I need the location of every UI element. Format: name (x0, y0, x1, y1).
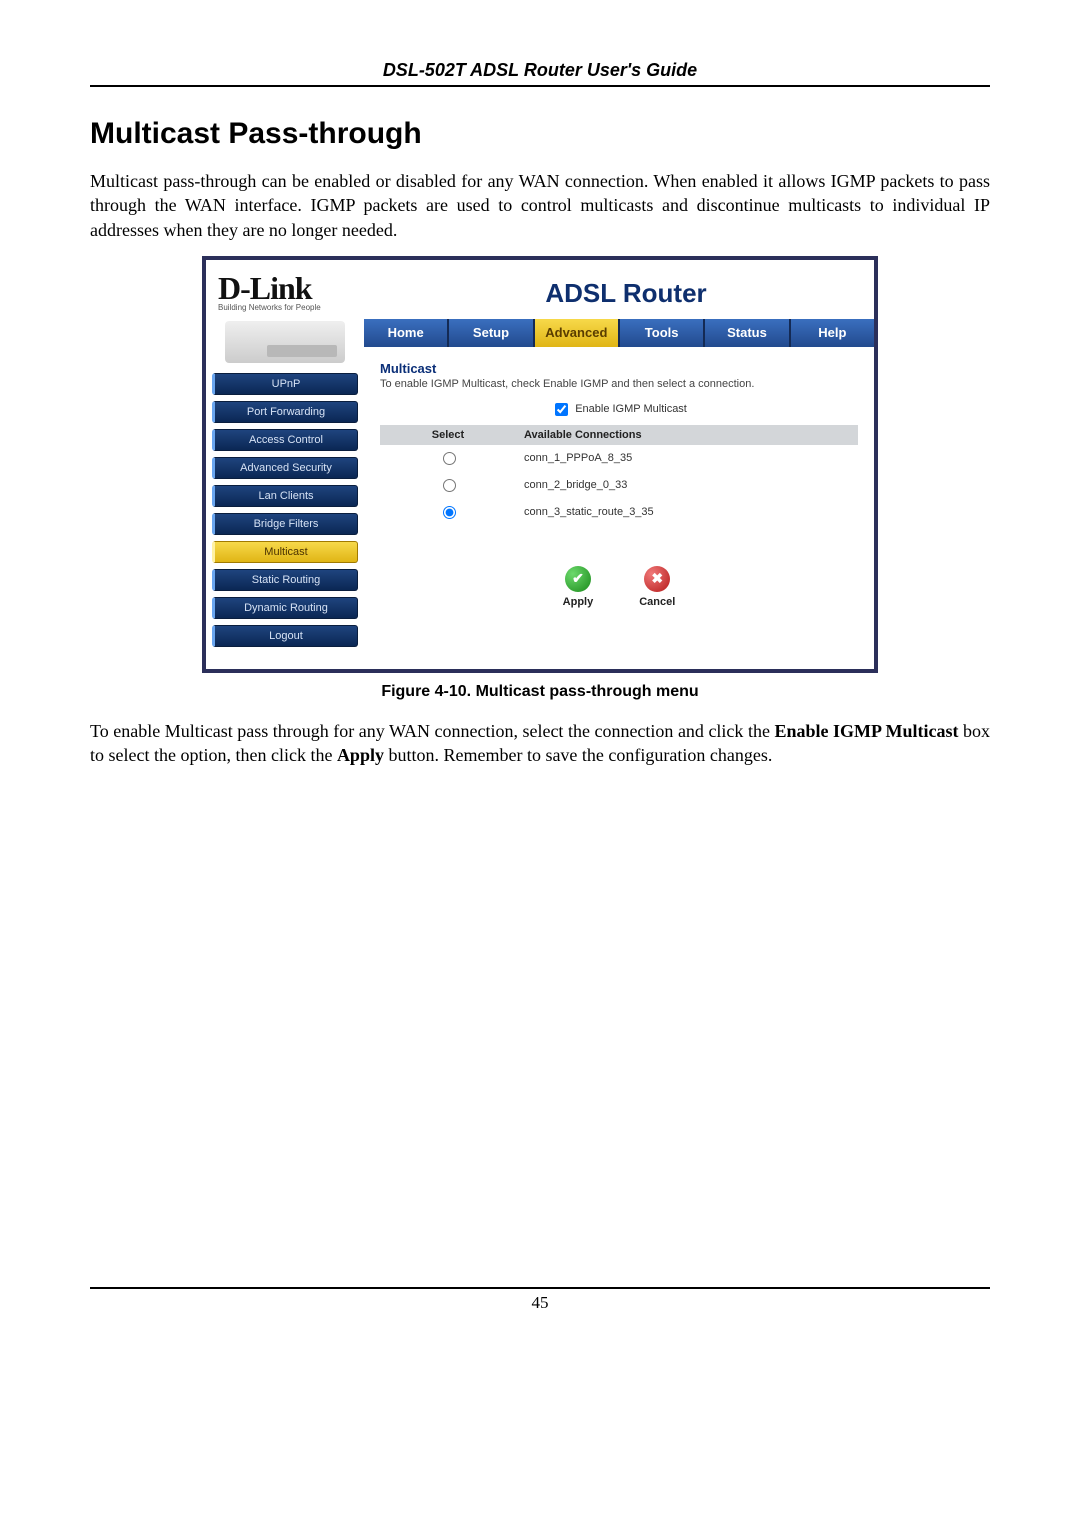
tab-home[interactable]: Home (364, 319, 449, 347)
conn-name-2: conn_3_static_route_3_35 (516, 499, 858, 526)
cancel-button[interactable]: ✖ Cancel (639, 566, 675, 608)
sidebar: UPnP Port Forwarding Access Control Adva… (206, 319, 364, 669)
select-radio-2[interactable] (443, 506, 456, 519)
page-number: 45 (532, 1293, 549, 1312)
col-select: Select (380, 425, 516, 445)
cancel-label: Cancel (639, 596, 675, 608)
enable-igmp-label[interactable]: Enable IGMP Multicast (551, 403, 687, 415)
apply-button[interactable]: ✔ Apply (563, 566, 594, 608)
connections-table: Select Available Connections conn_1_PPPo… (380, 425, 858, 526)
sidebar-item-lan-clients[interactable]: Lan Clients (212, 485, 358, 507)
intro-paragraph: Multicast pass-through can be enabled or… (90, 169, 990, 242)
brand-tagline: Building Networks for People (218, 303, 378, 312)
select-radio-0[interactable] (443, 452, 456, 465)
tab-help[interactable]: Help (791, 319, 874, 347)
sidebar-item-static-routing[interactable]: Static Routing (212, 569, 358, 591)
tab-advanced[interactable]: Advanced (535, 319, 620, 347)
select-radio-1[interactable] (443, 479, 456, 492)
sidebar-item-dynamic-routing[interactable]: Dynamic Routing (212, 597, 358, 619)
panel-subtext: To enable IGMP Multicast, check Enable I… (380, 378, 858, 390)
sidebar-item-access-control[interactable]: Access Control (212, 429, 358, 451)
table-row: conn_2_bridge_0_33 (380, 472, 858, 499)
sidebar-item-multicast[interactable]: Multicast (212, 541, 358, 563)
tab-tools[interactable]: Tools (620, 319, 705, 347)
instruction-paragraph: To enable Multicast pass through for any… (90, 719, 990, 768)
sidebar-item-advanced-security[interactable]: Advanced Security (212, 457, 358, 479)
sidebar-item-bridge-filters[interactable]: Bridge Filters (212, 513, 358, 535)
sidebar-item-upnp[interactable]: UPnP (212, 373, 358, 395)
page-header: DSL-502T ADSL Router User's Guide (90, 60, 990, 87)
sidebar-item-logout[interactable]: Logout (212, 625, 358, 647)
conn-name-0: conn_1_PPPoA_8_35 (516, 445, 858, 472)
brand-logo: D-Link (218, 270, 378, 307)
cancel-icon: ✖ (644, 566, 670, 592)
conn-name-1: conn_2_bridge_0_33 (516, 472, 858, 499)
table-row: conn_1_PPPoA_8_35 (380, 445, 858, 472)
check-icon: ✔ (565, 566, 591, 592)
section-title: Multicast Pass-through (90, 117, 990, 151)
sidebar-item-port-forwarding[interactable]: Port Forwarding (212, 401, 358, 423)
enable-igmp-checkbox[interactable] (555, 403, 568, 416)
tab-status[interactable]: Status (705, 319, 790, 347)
tab-setup[interactable]: Setup (449, 319, 534, 347)
figure-caption: Figure 4-10. Multicast pass-through menu (90, 683, 990, 701)
panel-heading: Multicast (380, 361, 858, 376)
router-screenshot: D-Link Building Networks for People ADSL… (202, 256, 878, 673)
enable-igmp-text: Enable IGMP Multicast (575, 403, 687, 415)
device-icon (225, 321, 345, 363)
table-row: conn_3_static_route_3_35 (380, 499, 858, 526)
tab-bar: Home Setup Advanced Tools Status Help (364, 319, 874, 347)
col-available: Available Connections (516, 425, 858, 445)
page-footer: 45 (90, 1287, 990, 1313)
apply-label: Apply (563, 596, 594, 608)
router-title: ADSL Router (378, 260, 874, 319)
